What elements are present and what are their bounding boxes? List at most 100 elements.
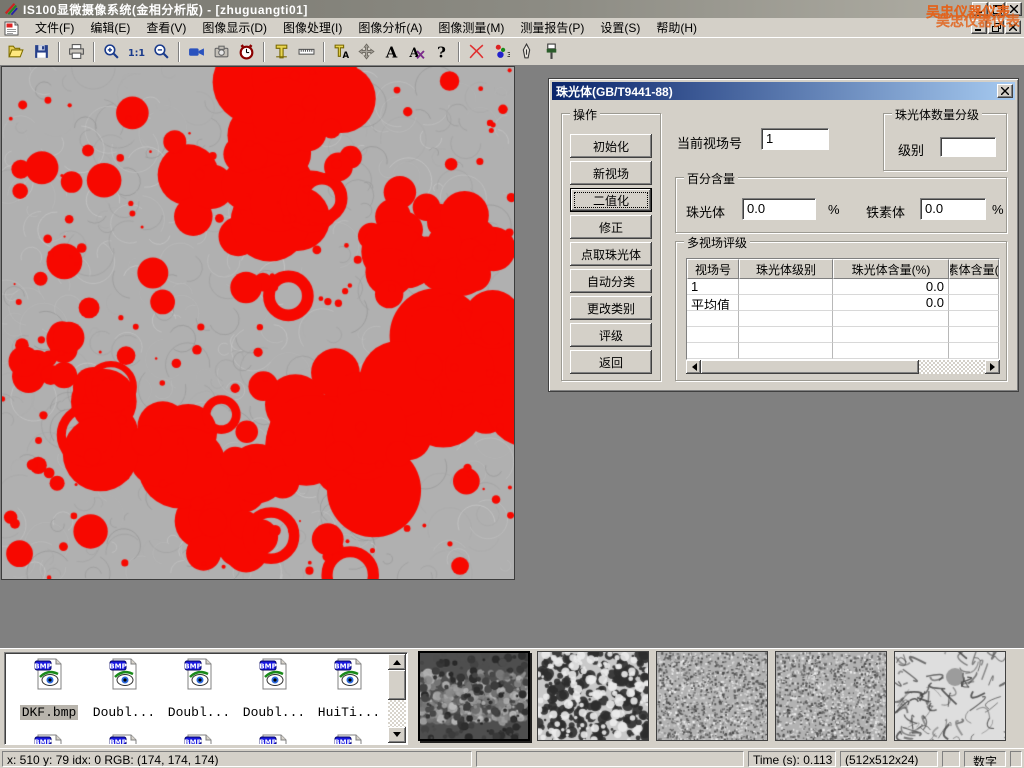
timer-icon[interactable] [234,40,259,64]
ruler-icon[interactable] [294,40,319,64]
table-row[interactable]: 10.0 [687,279,999,295]
op-button-5[interactable]: 点取珠光体 [570,242,652,266]
particles-icon[interactable]: 3 [489,40,514,64]
brush-icon[interactable] [539,40,564,64]
mdi-close-button[interactable] [1005,20,1021,34]
thumbnail-dark-coarse[interactable] [418,651,530,741]
scroll-track[interactable] [919,360,985,374]
toolbar-separator [323,42,325,62]
menu-item-4[interactable]: 图像显示(D) [194,17,275,38]
file-item[interactable]: BMPDoubl... [88,657,160,720]
op-button-7[interactable]: 更改类别 [570,296,652,320]
op-button-3[interactable]: 二值化 [570,188,652,212]
measure-text-icon[interactable]: A [329,40,354,64]
menu-item-7[interactable]: 图像测量(M) [430,17,512,38]
time-status: Time (s): 0.113 [748,751,836,767]
status-end [1010,751,1022,767]
file-name: HuiTi... [316,705,382,720]
title-bar: IS100显微摄像系统(金相分析版) - [zhuguangti01] [0,0,1024,18]
op-button-4[interactable]: 修正 [570,215,652,239]
scroll-left-icon[interactable] [686,360,701,374]
mdi-minimize-button[interactable] [971,20,987,34]
op-button-9[interactable]: 返回 [570,350,652,374]
table-cell [833,327,949,343]
cursor-position-status: x: 510 y: 79 idx: 0 RGB: (174, 174, 174) [2,751,472,767]
svg-text:A: A [385,43,398,60]
menu-item-2[interactable]: 编辑(E) [82,17,138,38]
scroll-thumb[interactable] [701,360,919,374]
table-row[interactable]: 平均值0.0 [687,295,999,311]
table-row[interactable] [687,327,999,343]
file-item-partial[interactable]: BMP [163,733,235,745]
thumbnail-fine-speckle[interactable] [656,651,768,741]
menu-item-8[interactable]: 测量报告(P) [512,17,592,38]
menu-item-3[interactable]: 查看(V) [138,17,194,38]
file-item-partial[interactable]: BMP [238,733,310,745]
thumbnail-fine-speckle[interactable] [775,651,887,741]
table-row[interactable] [687,311,999,327]
thumbnail-light-streaks[interactable] [894,651,1006,741]
toolbar-separator [263,42,265,62]
menu-item-1[interactable]: 文件(F) [27,17,82,38]
file-item[interactable]: BMPHuiTi... [313,657,385,720]
file-list-scrollbar[interactable] [388,654,406,743]
op-button-2[interactable]: 新视场 [570,161,652,185]
current-view-input[interactable]: 1 [761,128,829,150]
op-button-1[interactable]: 初始化 [570,134,652,158]
file-item-partial[interactable]: BMP [88,733,160,745]
open-icon[interactable] [4,40,29,64]
table-hscrollbar[interactable] [686,360,1000,374]
menu-item-6[interactable]: 图像分析(A) [350,17,430,38]
file-item-partial[interactable]: BMP [13,733,85,745]
help-icon[interactable]: ? [429,40,454,64]
dialog-title-bar[interactable]: 珠光体(GB/T9441-88) [552,82,1015,100]
close-button[interactable] [1006,2,1022,16]
file-item[interactable]: BMPDoubl... [238,657,310,720]
zoom-in-icon[interactable] [99,40,124,64]
op-button-8[interactable]: 评级 [570,323,652,347]
thumbnail-coarse-bw[interactable] [537,651,649,741]
text-delete-icon[interactable]: A [404,40,429,64]
window-title: IS100显微摄像系统(金相分析版) - [zhuguangti01] [23,1,308,18]
table-cell [739,343,833,359]
scroll-up-icon[interactable] [388,654,406,670]
metallograph-image[interactable] [1,66,515,580]
svg-text:BMP: BMP [34,663,51,671]
caliper-icon[interactable] [269,40,294,64]
dialog-close-icon[interactable] [997,84,1013,98]
scroll-right-icon[interactable] [985,360,1000,374]
file-item[interactable]: BMP DKF.bmp [13,657,85,720]
svg-text:?: ? [437,43,446,60]
actual-size-icon[interactable]: 1:1 [124,40,149,64]
op-button-6[interactable]: 自动分类 [570,269,652,293]
pen-icon[interactable] [514,40,539,64]
file-list[interactable]: BMPDKF.bmpBMPDoubl...BMPDoubl...BMPDoubl… [4,652,408,745]
minimize-button[interactable] [972,2,988,16]
print-icon[interactable] [64,40,89,64]
curve-icon[interactable] [464,40,489,64]
svg-text:BMP: BMP [184,663,201,671]
file-scroll-thumb[interactable] [388,670,406,700]
maximize-button[interactable] [989,2,1005,16]
text-icon[interactable]: A [379,40,404,64]
save-icon[interactable] [29,40,54,64]
scroll-down-icon[interactable] [388,727,406,743]
menu-item-5[interactable]: 图像处理(I) [275,17,350,38]
pearlite-input[interactable]: 0.0 [742,198,816,220]
menu-item-9[interactable]: 设置(S) [592,17,648,38]
table-row[interactable] [687,343,999,359]
move-cross-icon[interactable] [354,40,379,64]
mdi-restore-button[interactable] [988,20,1004,34]
image-size-status: (512x512x24) [840,751,938,767]
file-item-partial[interactable]: BMP [313,733,385,745]
menu-item-10[interactable]: 帮助(H) [648,17,705,38]
file-item[interactable]: BMPDoubl... [163,657,235,720]
video-camera-icon[interactable] [184,40,209,64]
level-input[interactable] [940,137,996,157]
zoom-out-icon[interactable] [149,40,174,64]
camera-icon[interactable] [209,40,234,64]
rating-table[interactable]: 视场号珠光体级别珠光体含量(%)铁素体含量(%) 10.0平均值0.0 [686,258,1000,360]
ferrite-input[interactable]: 0.0 [920,198,986,220]
table-header-4: 铁素体含量(%) [949,259,999,279]
file-name: DKF.bmp [20,705,79,720]
